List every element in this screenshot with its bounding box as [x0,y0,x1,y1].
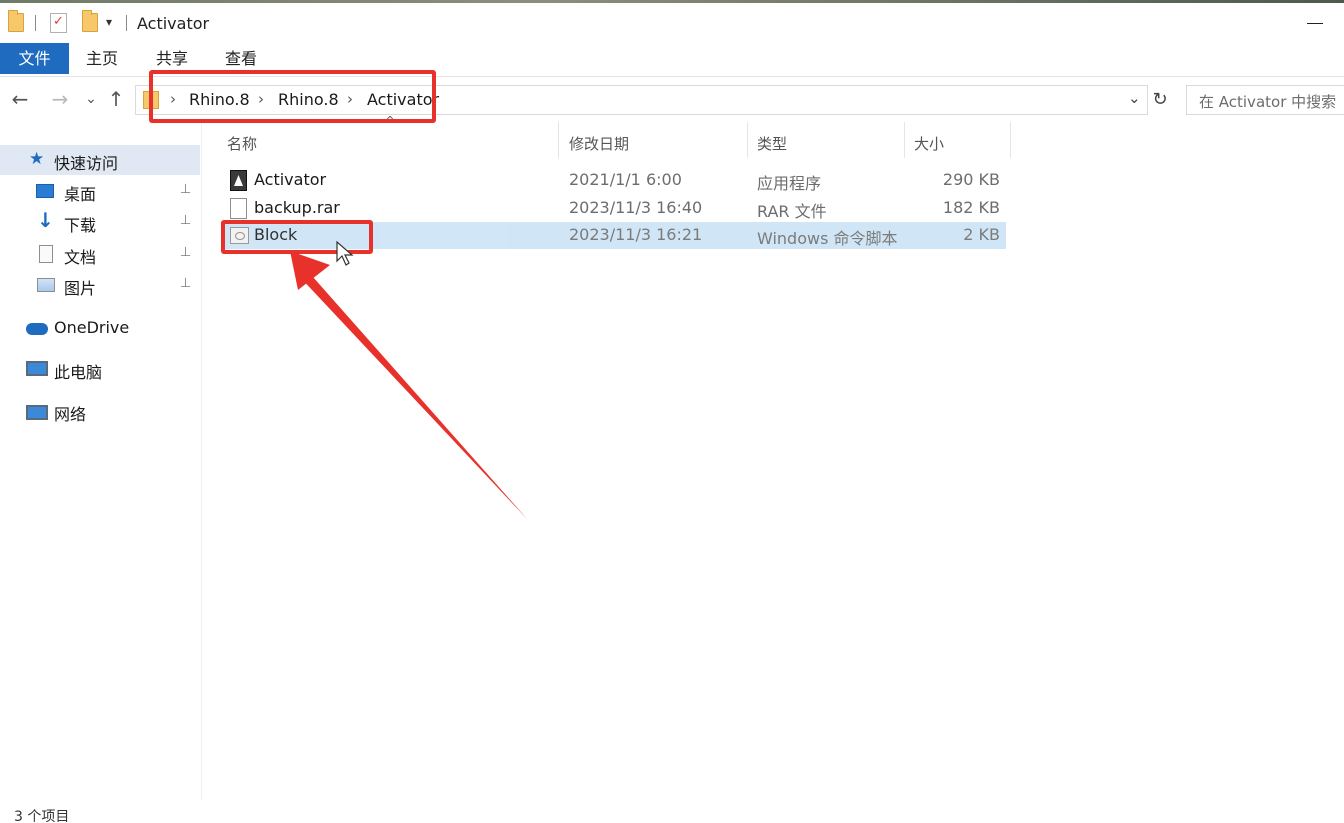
sidebar-item-onedrive[interactable]: OneDrive [0,313,200,343]
column-title: 修改日期 [569,135,630,153]
toolbar-separator [126,15,127,31]
item-count: 3 个项目 [14,809,70,823]
sidebar-item-label: 网络 [54,405,87,424]
download-icon: ↓ [37,208,54,232]
network-icon [26,405,48,420]
column-header-name[interactable]: 名称 [222,122,558,160]
mouse-cursor-icon [336,241,354,266]
sidebar-item-desktop[interactable]: 桌面 ⊥ [0,176,200,206]
column-header-size[interactable]: 大小 [906,122,1010,160]
arrow-head [290,251,330,290]
sidebar-item-label: 快速访问 [54,154,119,173]
desktop-icon [36,184,54,198]
sidebar-item-label: 下载 [64,216,97,235]
search-input[interactable]: 在 Activator 中搜索 [1186,85,1344,115]
quick-access-dropdown-icon[interactable]: ▾ [106,15,112,29]
file-type: 应用程序 [757,174,822,193]
status-bar: 3 个项目 [0,800,1344,823]
column-title: 类型 [757,135,788,153]
sidebar-item-quick-access[interactable]: ★ 快速访问 [0,145,200,175]
properties-icon[interactable] [50,13,67,33]
column-header-modified[interactable]: 修改日期 [560,122,747,160]
pin-icon[interactable]: ⊥ [180,276,191,291]
refresh-button[interactable]: ↻ [1148,85,1172,115]
column-title: 名称 [227,135,258,153]
column-title: 大小 [914,135,945,153]
column-divider[interactable] [747,122,748,158]
file-row[interactable]: Activator 2021/1/1 6:00 应用程序 290 KB [222,167,1006,194]
sidebar-item-label: 图片 [64,279,97,298]
file-name: backup.rar [254,198,340,217]
star-icon: ★ [29,149,45,169]
rar-file-icon [230,198,247,219]
pin-icon[interactable]: ⊥ [180,245,191,260]
minimize-button[interactable] [1302,9,1332,37]
back-button[interactable]: ← [8,87,32,111]
this-pc-icon [26,361,48,376]
file-row[interactable]: backup.rar 2023/11/3 16:40 RAR 文件 182 KB [222,195,1006,222]
file-modified: 2021/1/1 6:00 [569,170,682,189]
new-folder-icon[interactable] [82,10,98,32]
column-divider[interactable] [1010,122,1011,158]
folder-icon[interactable] [8,10,24,32]
column-divider[interactable] [904,122,905,158]
file-name: Activator [254,170,327,189]
onedrive-icon [26,323,48,335]
navigation-pane: ★ 快速访问 桌面 ⊥ ↓ 下载 ⊥ 文档 ⊥ 图片 ⊥ OneDrive 此电… [0,120,202,800]
file-modified: 2023/11/3 16:21 [569,225,703,244]
sidebar-item-label: OneDrive [54,318,130,337]
tab-home[interactable]: 主页 [80,43,124,74]
toolbar-separator [35,15,36,31]
sidebar-item-label: 桌面 [64,185,97,204]
sidebar-item-label: 文档 [64,248,97,267]
pictures-icon [37,278,55,292]
sidebar-item-downloads[interactable]: ↓ 下载 ⊥ [0,207,200,237]
file-size: 2 KB [963,225,1000,244]
pin-icon[interactable]: ⊥ [180,213,191,228]
title-bar: ▾ Activator [0,3,1344,41]
document-icon [39,245,53,263]
tab-file[interactable]: 文件 [0,43,69,74]
file-size: 182 KB [942,198,1000,217]
address-highlight-box [149,70,436,123]
address-history-chevron-icon[interactable]: ⌄ [1128,89,1141,107]
search-placeholder: 在 Activator 中搜索 [1199,93,1337,111]
window-title: Activator [137,14,210,33]
file-type: RAR 文件 [757,202,827,221]
pin-icon[interactable]: ⊥ [180,182,191,197]
column-header-type[interactable]: 类型 [749,122,904,160]
arrow-shaft [298,268,528,520]
file-type: Windows 命令脚本 [757,229,898,248]
file-explorer-window: ▾ Activator 文件 主页 共享 查看 ← → ⌄ ↑ › Rhino.… [0,0,1344,823]
column-divider[interactable] [558,122,559,158]
forward-button[interactable]: → [48,87,72,111]
sidebar-item-this-pc[interactable]: 此电脑 [0,354,200,384]
exe-icon [230,170,247,191]
file-size: 290 KB [942,170,1000,189]
sidebar-item-label: 此电脑 [54,363,103,382]
sidebar-item-pictures[interactable]: 图片 ⊥ [0,270,200,300]
sidebar-item-documents[interactable]: 文档 ⊥ [0,239,200,269]
recent-locations-button[interactable]: ⌄ [79,91,103,107]
up-button[interactable]: ↑ [104,87,128,111]
sidebar-item-network[interactable]: 网络 [0,396,200,426]
file-modified: 2023/11/3 16:40 [569,198,703,217]
